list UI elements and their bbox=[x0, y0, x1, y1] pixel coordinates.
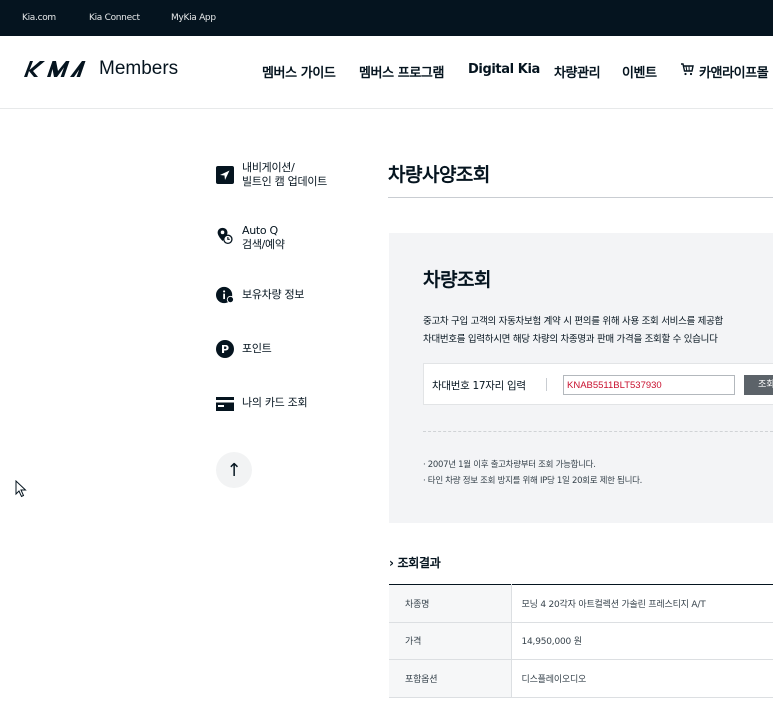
title-divider bbox=[388, 197, 773, 198]
search-description-2: 차대번호를 입력하시면 해당 차량의 차종명과 판매 가격을 조회할 수 있습니… bbox=[423, 334, 718, 345]
logo-text: Members bbox=[99, 58, 179, 79]
result-value-price: 14,950,000 원 bbox=[511, 622, 773, 660]
nav-event[interactable]: 이벤트 bbox=[622, 62, 657, 81]
arrow-up-icon: ↑ bbox=[226, 459, 242, 481]
kia-logo-icon bbox=[24, 61, 86, 77]
vin-input-label: 차대번호 17자리 입력 bbox=[432, 380, 526, 392]
info-icon bbox=[216, 286, 234, 304]
result-label-price: 가격 bbox=[389, 622, 512, 660]
table-row: 포함옵션 디스플레이오디오 bbox=[389, 659, 773, 698]
result-section-title: › 조회결과 bbox=[389, 554, 441, 571]
search-description-1: 중고차 구입 고객의 자동차보험 계약 시 편의를 위해 사용 조회 서비스를 … bbox=[423, 316, 723, 327]
sidebar-item-label: 내비게이션/빌트인 캠 업데이트 bbox=[242, 161, 327, 188]
notice-item: · 타인 차량 정보 조회 방지를 위해 IP당 1일 20회로 제한 됩니다. bbox=[423, 476, 643, 486]
chevron-right-icon: › bbox=[389, 556, 394, 570]
sidebar-item-label: Auto Q 검색/예약 bbox=[242, 224, 285, 251]
input-separator bbox=[546, 378, 547, 391]
nav-members-program[interactable]: 멤버스 프로그램 bbox=[359, 62, 444, 81]
vin-input-row: 차대번호 17자리 입력 조회 bbox=[423, 363, 773, 405]
sidebar-item-label: 나의 카드 조회 bbox=[242, 396, 308, 409]
sidebar-item-label: 포인트 bbox=[242, 342, 272, 355]
scroll-top-button[interactable]: ↑ bbox=[216, 452, 252, 488]
point-icon: P bbox=[216, 340, 234, 358]
result-value-options: 디스플레이오디오 bbox=[511, 659, 773, 698]
mykia-app-link[interactable]: MyKia App bbox=[171, 13, 216, 23]
mouse-cursor-icon bbox=[15, 480, 27, 498]
site-header: Members 멤버스 가이드 멤버스 프로그램 Digital Kia 차량관… bbox=[0, 36, 773, 109]
result-label-model: 차종명 bbox=[389, 584, 512, 623]
kia-com-link[interactable]: Kia.com bbox=[22, 13, 56, 23]
cart-icon[interactable] bbox=[680, 62, 694, 76]
nav-car-life-mall[interactable]: 카앤라이프몰 bbox=[699, 62, 769, 81]
result-label-options: 포함옵션 bbox=[389, 659, 512, 698]
page-title: 차량사양조회 bbox=[388, 164, 490, 186]
location-clock-icon bbox=[217, 227, 233, 245]
result-table: 차종명 모닝 4 20각자 아트컬렉션 가솔린 프레스티지 A/T 가격 14,… bbox=[389, 584, 773, 698]
navigation-icon bbox=[216, 166, 234, 184]
vin-input[interactable] bbox=[563, 375, 735, 395]
search-panel-title: 차량조회 bbox=[423, 269, 491, 291]
card-icon bbox=[216, 397, 234, 411]
nav-digital-kia[interactable]: Digital Kia bbox=[468, 62, 540, 77]
result-value-model: 모닝 4 20각자 아트컬렉션 가솔린 프레스티지 A/T bbox=[511, 584, 773, 623]
nav-vehicle-management[interactable]: 차량관리 bbox=[554, 62, 601, 81]
sidebar-item-label: 보유차량 정보 bbox=[242, 288, 305, 301]
search-button[interactable]: 조회 bbox=[744, 375, 773, 395]
vehicle-search-panel: 차량조회 중고차 구입 고객의 자동차보험 계약 시 편의를 위해 사용 조회 … bbox=[389, 233, 773, 523]
table-row: 가격 14,950,000 원 bbox=[389, 622, 773, 660]
notice-item: · 2007년 1월 이후 출고차량부터 조회 가능합니다. bbox=[423, 460, 596, 470]
dashed-divider bbox=[423, 431, 773, 432]
kia-connect-link[interactable]: Kia Connect bbox=[89, 13, 140, 23]
top-utility-bar: Kia.com Kia Connect MyKia App bbox=[0, 0, 773, 36]
nav-members-guide[interactable]: 멤버스 가이드 bbox=[262, 62, 336, 81]
result-title-text: 조회결과 bbox=[397, 556, 441, 570]
table-row: 차종명 모닝 4 20각자 아트컬렉션 가솔린 프레스티지 A/T bbox=[389, 584, 773, 623]
svg-text:P: P bbox=[221, 343, 229, 356]
